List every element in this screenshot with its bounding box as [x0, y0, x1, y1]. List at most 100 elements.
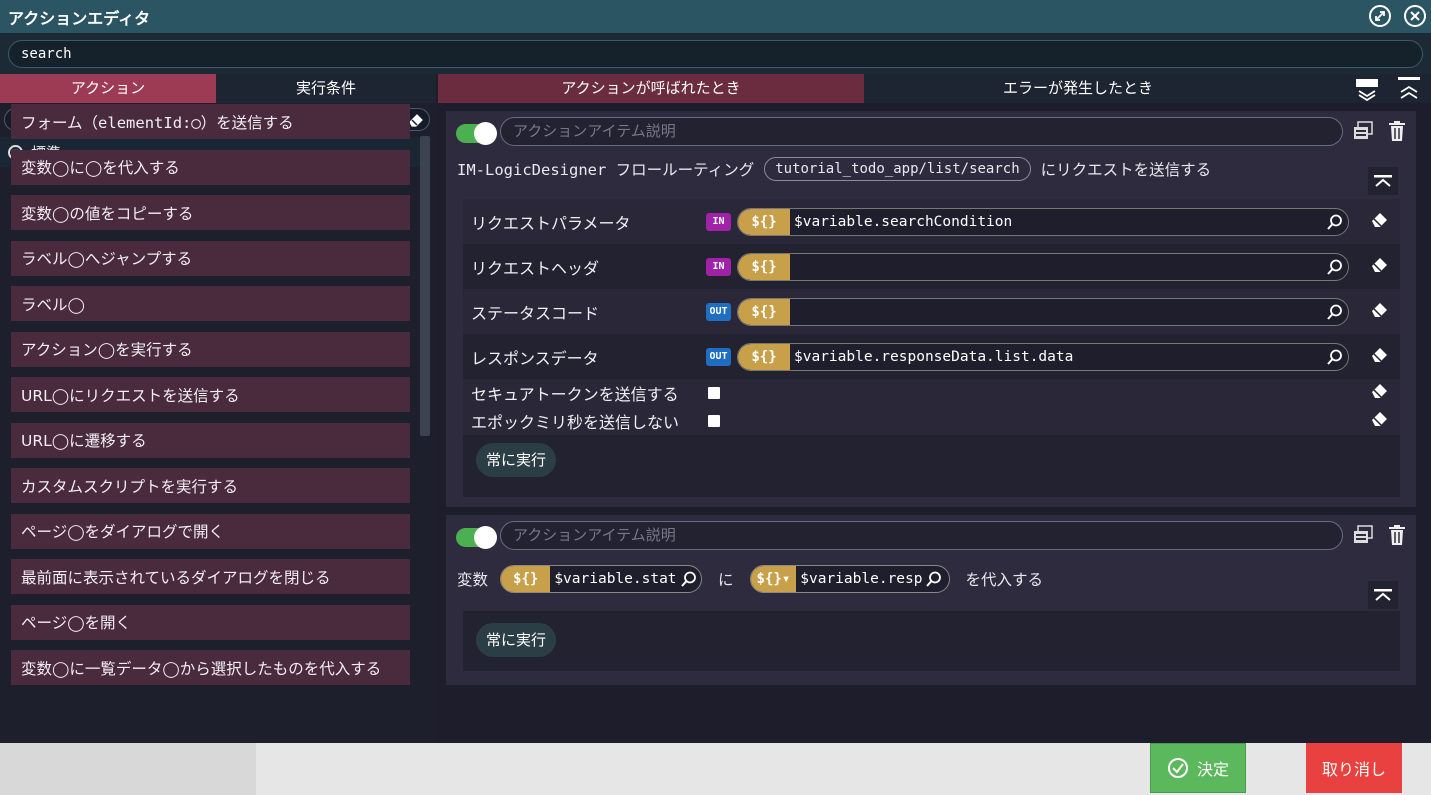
expression-field[interactable]: ${} [737, 252, 1349, 281]
scrollbar[interactable] [420, 136, 430, 436]
list-item[interactable]: アクション◯を実行する [11, 331, 410, 367]
tab-on-called[interactable]: アクションが呼ばれたとき [438, 74, 864, 103]
expression-value[interactable]: $variable.searchCondition [790, 214, 1322, 230]
tab-actions[interactable]: アクション [0, 74, 216, 103]
tab-conditions[interactable]: 実行条件 [216, 74, 436, 103]
list-item[interactable]: ラベル◯へジャンプする [11, 240, 410, 276]
table-row: ステータスコード OUT ${} [463, 289, 1400, 334]
sentence-suffix: にリクエストを送信する [1040, 161, 1212, 179]
word-ni: に [718, 571, 734, 589]
cancel-button[interactable]: 取り消し [1306, 743, 1402, 793]
word-variable: 変数 [457, 571, 489, 589]
expression-field[interactable]: ${} $variable.searchCondition [737, 207, 1349, 236]
table-row: リクエストパラメータ IN ${} $variable.searchCondit… [463, 199, 1400, 244]
always-run-button[interactable]: 常に実行 [476, 623, 557, 657]
param-label: リクエストヘッダ [471, 258, 600, 278]
expression-value[interactable]: $variable.responseData.list.data [790, 349, 1322, 365]
expression-field[interactable]: ${} [737, 297, 1349, 326]
expression-toggle[interactable]: ${} [738, 298, 790, 325]
assign-value[interactable]: $variable.resp [796, 571, 926, 587]
tab-on-error[interactable]: エラーが発生したとき [864, 74, 1292, 103]
footer-bar: 決定 取り消し [0, 743, 1431, 795]
eraser-icon[interactable] [1370, 301, 1390, 323]
search-icon[interactable] [680, 571, 697, 587]
action-item-card: IM-LogicDesigner フロールーティング tutorial_todo… [446, 111, 1416, 507]
expression-toggle[interactable]: ${} [501, 566, 551, 592]
route-pill[interactable]: tutorial_todo_app/list/search [764, 157, 1031, 181]
epoch-millis-checkbox[interactable] [708, 415, 720, 427]
copy-icon[interactable] [1352, 524, 1374, 546]
sentence-prefix: IM-LogicDesigner フロールーティング [457, 161, 755, 179]
list-item[interactable]: ページ◯をダイアログで開く [11, 513, 410, 549]
word-assign: を代入する [965, 571, 1044, 589]
enable-toggle[interactable] [456, 526, 497, 549]
list-item[interactable]: 最前面に表示されているダイアログを閉じる [11, 559, 410, 594]
action-description-input[interactable] [500, 521, 1343, 550]
param-label: エポックミリ秒を送信しない [471, 413, 680, 432]
param-label: リクエストパラメータ [471, 213, 631, 233]
expression-toggle[interactable]: ${} [738, 343, 790, 370]
direction-badge: OUT [706, 347, 731, 366]
action-item-card: 変数 ${} $variable.stat に ${}▾ $variable.r… [446, 515, 1416, 685]
always-run-button[interactable]: 常に実行 [476, 443, 557, 477]
expression-dropdown[interactable]: ${} ▾ [750, 566, 797, 592]
variable-value[interactable]: $variable.stat [550, 571, 680, 587]
eraser-icon[interactable] [1370, 346, 1390, 368]
trash-icon[interactable] [1386, 524, 1408, 546]
copy-icon[interactable] [1352, 120, 1374, 142]
list-item[interactable]: カスタムスクリプトを実行する [11, 468, 410, 503]
eraser-icon[interactable] [1370, 256, 1390, 278]
event-tabs: アクションが呼ばれたとき エラーが発生したとき [438, 74, 1431, 103]
secure-token-checkbox[interactable] [708, 387, 720, 399]
check-circle-icon [1167, 758, 1188, 778]
param-label: セキュアトークンを送信する [471, 385, 679, 404]
table-row: エポックミリ秒を送信しない [463, 407, 1400, 435]
eraser-icon[interactable] [1370, 410, 1390, 432]
event-name-bar [0, 33, 1431, 74]
eraser-icon[interactable] [1370, 211, 1390, 233]
direction-badge: IN [706, 212, 731, 231]
search-icon[interactable] [1322, 259, 1348, 275]
collapse-button[interactable] [1368, 167, 1398, 195]
collapse-button[interactable] [1368, 581, 1398, 609]
param-label: レスポンスデータ [471, 348, 599, 368]
action-sentence: IM-LogicDesigner フロールーティング tutorial_todo… [457, 157, 1211, 181]
action-sentence: 変数 ${} $variable.stat に ${} ▾ $variable.r… [457, 565, 1043, 593]
restore-icon[interactable] [1369, 5, 1391, 27]
variable-field[interactable]: ${} $variable.stat [500, 565, 703, 593]
expression-field[interactable]: ${} $variable.responseData.list.data [737, 342, 1349, 371]
table-row: セキュアトークンを送信する [463, 379, 1400, 407]
table-row: レスポンスデータ OUT ${} $variable.responseData.… [463, 334, 1400, 379]
expression-toggle[interactable]: ${} [738, 253, 790, 280]
search-icon[interactable] [1322, 304, 1348, 320]
assign-value-field[interactable]: ${} ▾ $variable.resp [749, 565, 950, 593]
search-icon[interactable] [1322, 214, 1348, 230]
eraser-icon[interactable] [1370, 382, 1390, 404]
action-items-area: IM-LogicDesigner フロールーティング tutorial_todo… [438, 103, 1431, 743]
title-bar: アクションエディタ [0, 0, 1431, 33]
ok-button[interactable]: 決定 [1150, 743, 1246, 793]
list-item[interactable]: フォーム（elementId:◯）を送信する [11, 104, 410, 139]
direction-badge: IN [706, 257, 731, 276]
action-list: フォーム（elementId:◯）を送信する 変数◯に◯を代入する 変数◯の値を… [11, 104, 410, 696]
search-icon[interactable] [926, 571, 942, 587]
list-item[interactable]: 変数◯に◯を代入する [11, 149, 410, 185]
event-name-input[interactable] [8, 40, 1423, 68]
expression-toggle[interactable]: ${} [738, 208, 790, 235]
direction-badge: OUT [706, 302, 731, 321]
parameter-table: リクエストパラメータ IN ${} $variable.searchCondit… [463, 199, 1400, 497]
action-description-input[interactable] [500, 117, 1343, 146]
list-item[interactable]: 変数◯に一覧データ◯から選択したものを代入する [11, 650, 410, 685]
list-item[interactable]: ラベル◯ [11, 286, 410, 321]
list-item[interactable]: 変数◯の値をコピーする [11, 195, 410, 230]
trash-icon[interactable] [1386, 120, 1408, 142]
list-item[interactable]: URL◯に遷移する [11, 422, 410, 458]
parameter-table: 常に実行 [463, 611, 1400, 671]
close-icon[interactable] [1404, 5, 1426, 27]
list-item[interactable]: URL◯にリクエストを送信する [11, 377, 410, 412]
list-item[interactable]: ページ◯を開く [11, 604, 410, 640]
expand-all-icon[interactable] [1355, 76, 1379, 102]
collapse-all-icon[interactable] [1397, 76, 1421, 101]
search-icon[interactable] [1322, 349, 1348, 365]
enable-toggle[interactable] [456, 122, 497, 145]
